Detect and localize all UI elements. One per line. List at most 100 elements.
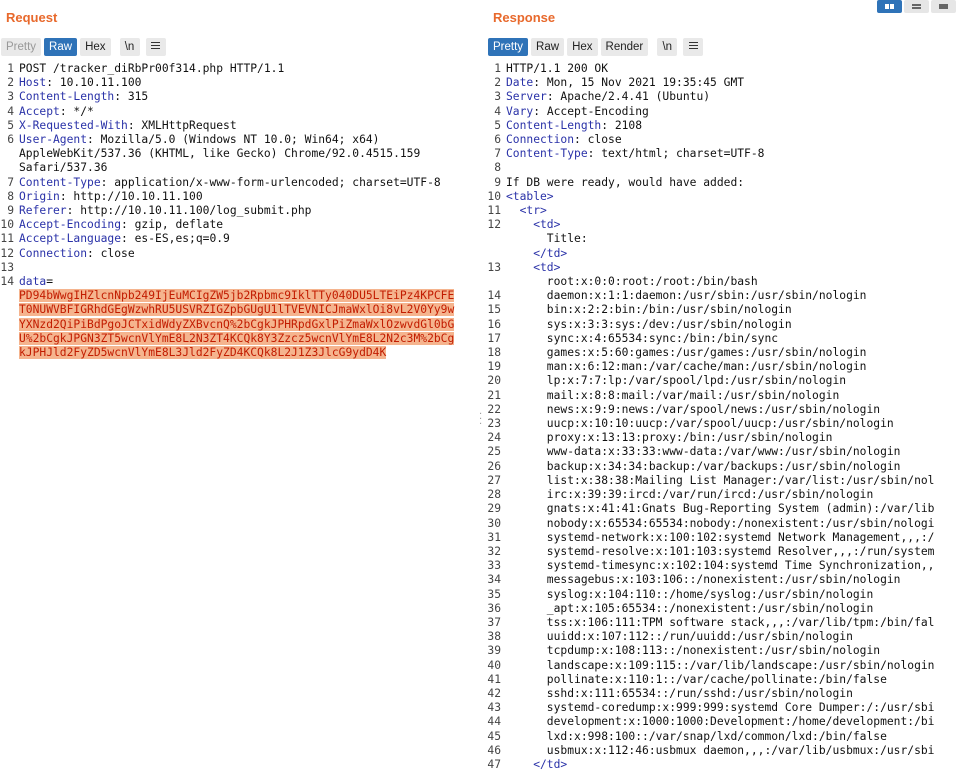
tab-render[interactable]: Render: [600, 37, 649, 56]
line-number: 30: [487, 516, 501, 530]
line-text: www-data:x:33:33:www-data:/var/www:/usr/…: [506, 445, 901, 459]
line-number: 42: [487, 686, 501, 700]
hamburger-icon: [688, 40, 698, 51]
header-name: Content-Type: [19, 175, 101, 189]
html-tag: <td>: [506, 260, 561, 274]
line-text: systemd-network:x:100:102:systemd Networ…: [506, 530, 935, 544]
tab-pretty[interactable]: Pretty: [488, 37, 529, 56]
header-line-text: Vary: Accept-Encoding: [506, 105, 649, 119]
request-line: 4 Accept: */*: [0, 105, 478, 119]
line-number: 27: [487, 473, 501, 487]
header-line-text: Content-Type: text/html; charset=UTF-8: [506, 147, 764, 161]
highlighted-payload[interactable]: YXNzd2QiPiBdPgoJCTxidWdyZXBvcnQ%2bCgkJPH…: [19, 317, 455, 331]
tab-hex[interactable]: Hex: [567, 37, 598, 56]
menu-button[interactable]: [683, 37, 704, 56]
response-title: Response: [493, 10, 556, 25]
response-line: 38 uuidd:x:107:112::/run/uuidd:/usr/sbin…: [487, 630, 959, 644]
header-line-text: Content-Length: 315: [19, 90, 148, 104]
response-line: 43 systemd-coredump:x:999:999:systemd Co…: [487, 701, 959, 715]
line-number: 41: [487, 672, 501, 686]
header-name: Vary: [506, 104, 534, 118]
line-number: 4: [494, 104, 501, 118]
line-number: 43: [487, 701, 501, 715]
header-name: Content-Length: [19, 90, 115, 104]
line-number: 33: [487, 559, 501, 573]
header-value: : close: [574, 133, 622, 147]
response-line: 28 irc:x:39:39:ircd:/var/run/ircd:/usr/s…: [487, 488, 959, 502]
request-editor[interactable]: 1 POST /tracker_diRbPr00f314.php HTTP/1.1…: [0, 62, 478, 360]
request-line: 12 Connection: close: [0, 247, 478, 261]
line-number: [487, 247, 506, 261]
response-line: 26 backup:x:34:34:backup:/var/backups:/u…: [487, 460, 959, 474]
response-line: 45 lxd:x:998:100::/var/snap/lxd/common/l…: [487, 730, 959, 744]
line-number: 40: [487, 658, 501, 672]
line-text: Safari/537.36: [19, 161, 108, 175]
tab-hex[interactable]: Hex: [80, 37, 111, 56]
response-line: 35 syslog:x:104:110::/home/syslog:/usr/s…: [487, 588, 959, 602]
request-line: AppleWebKit/537.36 (KHTML, like Gecko) C…: [0, 147, 478, 161]
tab-raw[interactable]: Raw: [531, 37, 565, 56]
line-number: 6: [494, 133, 501, 147]
line-text: Title:: [506, 232, 588, 246]
request-line: 6 User-Agent: Mozilla/5.0 (Windows NT 10.…: [0, 133, 478, 147]
response-line: 44 development:x:1000:1000:Development:/…: [487, 715, 959, 729]
response-line: 46 usbmux:x:112:46:usbmux daemon,,,:/var…: [487, 744, 959, 758]
response-line: root:x:0:0:root:/root:/bin/bash: [487, 275, 959, 289]
response-line: 25 www-data:x:33:33:www-data:/var/www:/u…: [487, 445, 959, 459]
highlighted-payload[interactable]: PD94bWwgIHZlcnNpb249IjEuMCIgZW5jb2Rpbmc9…: [19, 289, 455, 303]
response-pane: Response Pretty Raw Hex Render \n 1 HTTP/…: [487, 0, 959, 773]
line-number: 2: [7, 76, 14, 90]
header-name: Content-Length: [506, 118, 602, 132]
line-number: 14: [487, 289, 501, 303]
header-line-text: User-Agent: Mozilla/5.0 (Windows NT 10.0…: [19, 133, 379, 147]
header-name: Date: [506, 76, 534, 90]
tab-pretty[interactable]: Pretty: [1, 37, 42, 56]
response-line: Title:: [487, 232, 959, 246]
line-number: 29: [487, 502, 501, 516]
response-editor[interactable]: 1 HTTP/1.1 200 OK 2 Date: Mon, 15 Nov 2021 …: [487, 62, 959, 772]
response-line: 21 mail:x:8:8:mail:/var/mail:/usr/sbin/n…: [487, 389, 959, 403]
header-value: : 315: [114, 90, 149, 104]
header-name: Accept: [19, 104, 60, 118]
header-line-text: Connection: close: [506, 133, 622, 147]
line-text: development:x:1000:1000:Development:/hom…: [506, 715, 935, 729]
header-name: Server: [506, 90, 547, 104]
line-number: 34: [487, 573, 501, 587]
highlighted-payload[interactable]: U%2bCgkJPGN3ZT5wcnVlYmE8L2N3ZT4KCQk8Y3Zz…: [19, 331, 455, 345]
header-value: : http://10.10.11.100/log_submit.php: [66, 204, 312, 218]
menu-button[interactable]: [145, 37, 166, 56]
line-number: 2: [494, 76, 501, 90]
header-name: Connection: [506, 133, 575, 147]
line-text: pollinate:x:110:1::/var/cache/pollinate:…: [506, 672, 887, 686]
header-name: data: [19, 275, 47, 289]
newline-toggle-button[interactable]: \n: [119, 37, 140, 56]
tab-raw[interactable]: Raw: [44, 37, 78, 56]
html-tag: <td>: [506, 218, 561, 232]
line-number: 16: [487, 317, 501, 331]
response-line: 1 HTTP/1.1 200 OK: [487, 62, 959, 76]
body-value-block: PD94bWwgIHZlcnNpb249IjEuMCIgZW5jb2Rpbmc9…: [19, 289, 455, 360]
response-line: 30 nobody:x:65534:65534:nobody:/nonexist…: [487, 517, 959, 531]
header-value: : 10.10.11.100: [46, 76, 142, 90]
line-text: tss:x:106:111:TPM software stack,,,:/var…: [506, 615, 935, 629]
line-text: lp:x:7:7:lp:/var/spool/lpd:/usr/sbin/nol…: [506, 374, 847, 388]
highlighted-payload[interactable]: kJPHJld2FyZD5wcnVlYmE8L3Jld2FyZD4KCQk8L2…: [19, 346, 387, 360]
line-number: 21: [487, 388, 501, 402]
html-tag: <table>: [506, 189, 554, 203]
line-number: 11: [0, 232, 14, 246]
response-line: 34 messagebus:x:103:106::/nonexistent:/u…: [487, 573, 959, 587]
header-value: : close: [87, 246, 135, 260]
pane-splitter[interactable]: · · ·: [478, 0, 487, 773]
highlighted-payload[interactable]: T0NUWVBFIGRhdGEgWzwhRU5USVRZIGZpbGUgU1lT…: [19, 303, 455, 317]
header-name: Connection: [19, 246, 88, 260]
line-number: 5: [494, 118, 501, 132]
newline-toggle-button[interactable]: \n: [657, 37, 678, 56]
line-number: 26: [487, 459, 501, 473]
response-line: 17 sync:x:4:65534:sync:/bin:/bin/sync: [487, 332, 959, 346]
response-line: 5 Content-Length: 2108: [487, 119, 959, 133]
line-text: landscape:x:109:115::/var/lib/landscape:…: [506, 658, 935, 672]
header-value: : 2108: [601, 118, 643, 132]
header-line-text: Accept-Encoding: gzip, deflate: [19, 218, 223, 232]
request-line: 2 Host: 10.10.11.100: [0, 76, 478, 90]
line-text: _apt:x:105:65534::/nonexistent:/usr/sbin…: [506, 601, 874, 615]
